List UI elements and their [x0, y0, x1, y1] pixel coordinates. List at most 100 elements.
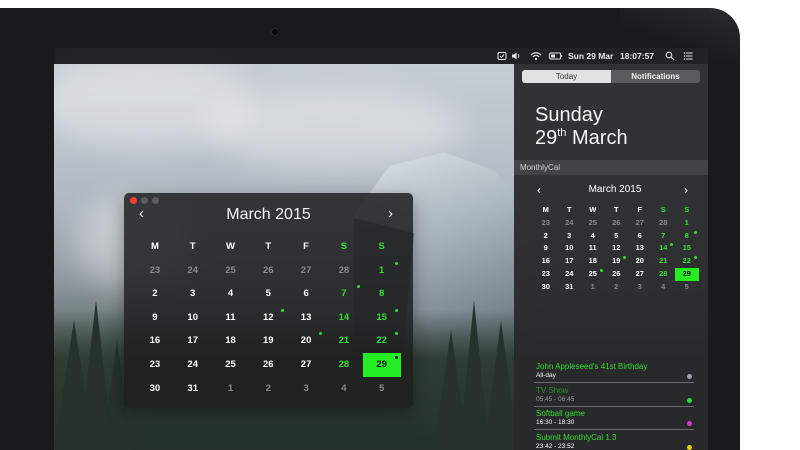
day-cell[interactable]: 13 — [287, 306, 325, 330]
day-cell[interactable]: 25 — [581, 217, 605, 230]
day-cell[interactable]: 4 — [581, 230, 605, 243]
day-cell-today[interactable]: 29 — [362, 352, 401, 377]
close-window-button[interactable] — [130, 197, 137, 204]
zoom-window-button[interactable] — [152, 197, 159, 204]
day-cell[interactable]: 12 — [249, 306, 287, 330]
day-cell[interactable]: 28 — [325, 353, 363, 377]
day-cell[interactable]: 13 — [628, 242, 652, 255]
day-cell[interactable]: 2 — [249, 377, 287, 401]
search-icon[interactable] — [665, 51, 675, 61]
event-item[interactable]: Submit MonthlyCal 1.3 23:42 - 23:52 — [534, 433, 694, 450]
battery-icon[interactable] — [549, 51, 563, 61]
day-cell[interactable]: 27 — [287, 259, 325, 283]
day-cell[interactable]: 28 — [325, 259, 363, 283]
tab-today[interactable]: Today — [522, 70, 611, 83]
day-cell[interactable]: 27 — [628, 217, 652, 230]
next-month-button[interactable]: › — [388, 205, 393, 222]
day-cell[interactable]: 26 — [605, 268, 629, 281]
day-cell[interactable]: 17 — [558, 255, 582, 268]
day-cell[interactable]: 7 — [652, 230, 676, 243]
event-item[interactable]: Softball game 16:30 - 18:30 — [534, 409, 694, 433]
day-cell[interactable]: 4 — [212, 282, 250, 306]
day-cell[interactable]: 2 — [605, 281, 629, 294]
day-cell[interactable]: 28 — [652, 217, 676, 230]
day-cell[interactable]: 1 — [675, 217, 699, 230]
day-cell[interactable]: 18 — [212, 329, 250, 353]
day-cell[interactable]: 4 — [325, 377, 363, 401]
day-cell[interactable]: 5 — [605, 230, 629, 243]
day-cell[interactable]: 15 — [363, 306, 401, 330]
day-cell[interactable]: 25 — [212, 353, 250, 377]
day-cell[interactable]: 18 — [581, 255, 605, 268]
day-cell[interactable]: 3 — [287, 377, 325, 401]
day-cell[interactable]: 6 — [287, 282, 325, 306]
day-cell[interactable]: 25 — [581, 268, 605, 281]
day-cell[interactable]: 16 — [534, 255, 558, 268]
monthlycal-icon[interactable] — [497, 51, 507, 61]
day-cell[interactable]: 23 — [136, 259, 174, 283]
day-cell[interactable]: 20 — [287, 329, 325, 353]
day-cell[interactable]: 30 — [136, 377, 174, 401]
day-cell[interactable]: 4 — [652, 281, 676, 294]
day-cell[interactable]: 2 — [534, 230, 558, 243]
day-cell[interactable]: 27 — [628, 268, 652, 281]
day-cell[interactable]: 24 — [558, 268, 582, 281]
day-cell[interactable]: 23 — [534, 217, 558, 230]
day-cell[interactable]: 19 — [605, 255, 629, 268]
wifi-icon[interactable] — [530, 51, 542, 61]
day-cell[interactable]: 5 — [363, 377, 401, 401]
day-cell[interactable]: 22 — [363, 329, 401, 353]
day-cell[interactable]: 2 — [136, 282, 174, 306]
minimize-window-button[interactable] — [141, 197, 148, 204]
day-cell[interactable]: 28 — [652, 268, 676, 281]
event-item[interactable]: John Appleseed's 41st Birthday All-day — [534, 362, 694, 386]
day-cell[interactable]: 24 — [174, 259, 212, 283]
day-cell[interactable]: 10 — [174, 306, 212, 330]
day-cell[interactable]: 21 — [652, 255, 676, 268]
event-item[interactable]: TV Show 05:45 - 06:45 — [534, 386, 694, 410]
day-cell-today[interactable]: 29 — [675, 267, 699, 281]
day-cell[interactable]: 11 — [581, 242, 605, 255]
volume-icon[interactable] — [511, 51, 521, 61]
day-cell[interactable]: 10 — [558, 242, 582, 255]
day-cell[interactable]: 9 — [136, 306, 174, 330]
day-cell[interactable]: 21 — [325, 329, 363, 353]
tab-notifications[interactable]: Notifications — [611, 70, 700, 83]
day-cell[interactable]: 8 — [675, 230, 699, 243]
day-cell[interactable]: 1 — [363, 259, 401, 283]
day-cell[interactable]: 3 — [174, 282, 212, 306]
mini-next-month-button[interactable]: › — [684, 183, 688, 197]
day-cell[interactable]: 27 — [287, 353, 325, 377]
day-cell[interactable]: 26 — [605, 217, 629, 230]
day-cell[interactable]: 26 — [249, 259, 287, 283]
notification-center-icon[interactable] — [683, 51, 693, 61]
day-cell[interactable]: 8 — [363, 282, 401, 306]
day-cell[interactable]: 17 — [174, 329, 212, 353]
day-cell[interactable]: 5 — [675, 281, 699, 294]
day-cell[interactable]: 6 — [628, 230, 652, 243]
day-cell[interactable]: 14 — [325, 306, 363, 330]
day-cell[interactable]: 5 — [249, 282, 287, 306]
menu-bar-date[interactable]: Sun 29 Mar — [568, 50, 613, 62]
day-cell[interactable]: 1 — [581, 281, 605, 294]
day-cell[interactable]: 15 — [675, 242, 699, 255]
day-cell[interactable]: 3 — [558, 230, 582, 243]
day-cell[interactable]: 11 — [212, 306, 250, 330]
day-cell[interactable]: 23 — [136, 353, 174, 377]
day-cell[interactable]: 16 — [136, 329, 174, 353]
day-cell[interactable]: 22 — [675, 255, 699, 268]
day-cell[interactable]: 31 — [174, 377, 212, 401]
day-cell[interactable]: 24 — [174, 353, 212, 377]
day-cell[interactable]: 31 — [558, 281, 582, 294]
day-cell[interactable]: 26 — [249, 353, 287, 377]
day-cell[interactable]: 23 — [534, 268, 558, 281]
day-cell[interactable]: 24 — [558, 217, 582, 230]
day-cell[interactable]: 20 — [628, 255, 652, 268]
day-cell[interactable]: 30 — [534, 281, 558, 294]
day-cell[interactable]: 1 — [212, 377, 250, 401]
day-cell[interactable]: 14 — [652, 242, 676, 255]
day-cell[interactable]: 25 — [212, 259, 250, 283]
menu-bar-clock[interactable]: 18:07:57 — [620, 50, 654, 62]
day-cell[interactable]: 9 — [534, 242, 558, 255]
day-cell[interactable]: 7 — [325, 282, 363, 306]
